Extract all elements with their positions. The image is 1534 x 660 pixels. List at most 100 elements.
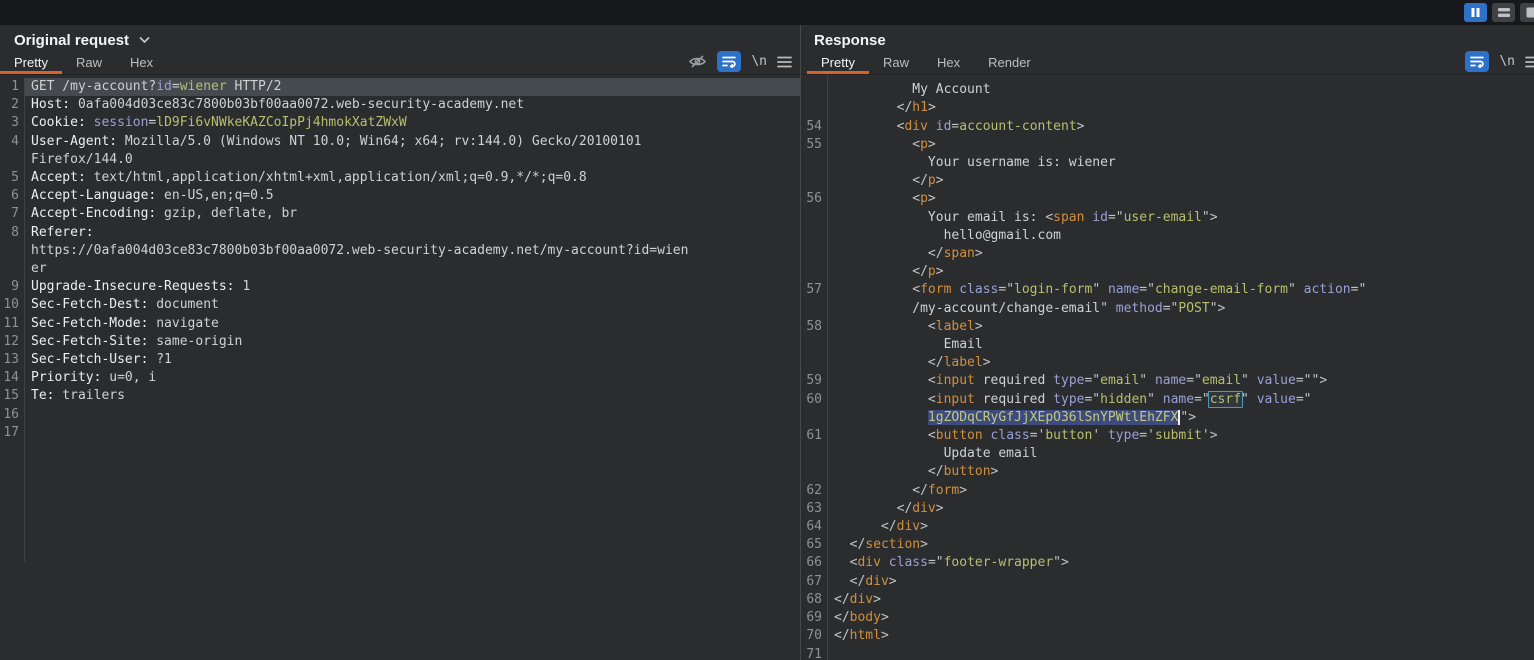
chevron-down-icon[interactable] xyxy=(138,36,151,44)
line-number: 58 xyxy=(801,318,827,336)
code-line-text: </div> xyxy=(827,591,1534,609)
code-line-text: Accept-Language: en-US,en;q=0.5 xyxy=(24,187,800,205)
request-editor-toolbar: \n xyxy=(688,51,792,72)
code-line-text: Sec-Fetch-Mode: navigate xyxy=(24,315,800,333)
word-wrap-button[interactable] xyxy=(717,51,741,72)
stacked-rows-icon xyxy=(1498,7,1510,18)
code-row: </button> xyxy=(801,463,1534,481)
line-number xyxy=(801,172,827,190)
code-line-text: Referer: xyxy=(24,224,800,242)
code-line-text: <p> xyxy=(827,190,1534,208)
code-row: 64 </div> xyxy=(801,518,1534,536)
line-number: 55 xyxy=(801,136,827,154)
line-number: 16 xyxy=(0,406,24,424)
code-line-text: Host: 0afa004d03ce83c7800b03bf00aa0072.w… xyxy=(24,96,800,114)
line-number xyxy=(801,354,827,372)
tab-raw[interactable]: Raw xyxy=(869,50,923,74)
code-line-text: er xyxy=(24,260,800,278)
code-row: 63 </div> xyxy=(801,500,1534,518)
code-row: 61 <button class='button' type='submit'> xyxy=(801,427,1534,445)
code-line-text: </p> xyxy=(827,263,1534,281)
filled-square-button[interactable] xyxy=(1520,3,1534,22)
menu-button[interactable] xyxy=(777,56,792,68)
request-editor[interactable]: 1GET /my-account?id=wiener HTTP/22Host: … xyxy=(0,75,800,660)
code-line-text: </body> xyxy=(827,609,1534,627)
line-number: 66 xyxy=(801,554,827,572)
code-row: 71 xyxy=(801,646,1534,660)
code-line-text: Update email xyxy=(827,445,1534,463)
code-row: 14Priority: u=0, i xyxy=(0,369,800,387)
response-panel: Response PrettyRawHexRender \n 53 <h1> M… xyxy=(801,25,1534,660)
line-number: 3 xyxy=(0,114,24,132)
code-row: 67 </div> xyxy=(801,573,1534,591)
tab-hex[interactable]: Hex xyxy=(923,50,974,74)
code-row: My Account xyxy=(801,81,1534,99)
code-row: er xyxy=(0,260,800,278)
code-row: 6Accept-Language: en-US,en;q=0.5 xyxy=(0,187,800,205)
word-wrap-icon xyxy=(1470,55,1484,68)
code-line-text: </div> xyxy=(827,518,1534,536)
line-number xyxy=(801,445,827,463)
code-row: 56 <p> xyxy=(801,190,1534,208)
request-tabs: PrettyRawHex xyxy=(0,50,167,74)
top-bar xyxy=(0,0,1534,25)
filled-square-icon xyxy=(1526,7,1534,18)
code-line-text: Firefox/144.0 xyxy=(24,151,800,169)
stacked-rows-button[interactable] xyxy=(1492,3,1515,22)
newline-icon: \n xyxy=(751,54,767,69)
code-row: Firefox/144.0 xyxy=(0,151,800,169)
newline-button[interactable]: \n xyxy=(1499,54,1515,69)
tab-pretty[interactable]: Pretty xyxy=(807,50,869,74)
tab-hex[interactable]: Hex xyxy=(116,50,167,74)
code-row: 60 <input required type="hidden" name="c… xyxy=(801,391,1534,409)
response-tabs: PrettyRawHexRender xyxy=(807,50,1045,74)
line-number: 7 xyxy=(0,205,24,223)
tab-render[interactable]: Render xyxy=(974,50,1045,74)
line-number: 6 xyxy=(0,187,24,205)
tab-raw[interactable]: Raw xyxy=(62,50,116,74)
menu-icon xyxy=(777,56,792,68)
response-panel-header: Response xyxy=(801,25,1534,48)
code-row: 62 </form> xyxy=(801,482,1534,500)
code-row: 57 <form class="login-form" name="change… xyxy=(801,281,1534,299)
code-line-text: My Account xyxy=(827,81,1534,99)
code-row: </label> xyxy=(801,354,1534,372)
line-number: 12 xyxy=(0,333,24,351)
code-line-text: Priority: u=0, i xyxy=(24,369,800,387)
eye-off-button[interactable] xyxy=(688,54,707,69)
code-line-text: <div id=account-content> xyxy=(827,118,1534,136)
code-line-text: Upgrade-Insecure-Requests: 1 xyxy=(24,278,800,296)
code-row: 54 <div id=account-content> xyxy=(801,118,1534,136)
code-line-text: User-Agent: Mozilla/5.0 (Windows NT 10.0… xyxy=(24,133,800,151)
line-number xyxy=(801,99,827,117)
code-line-text: <p> xyxy=(827,136,1534,154)
code-row: 1gZODqCRyGfJjXEpO36lSnYPWtlEhZFX"> xyxy=(801,409,1534,427)
code-row: 55 <p> xyxy=(801,136,1534,154)
code-line-text: Your email is: <span id="user-email"> xyxy=(827,209,1534,227)
code-line-text: <input required type="email" name="email… xyxy=(827,372,1534,390)
code-line-text: </span> xyxy=(827,245,1534,263)
tab-pretty[interactable]: Pretty xyxy=(0,50,62,74)
code-line-text: <form class="login-form" name="change-em… xyxy=(827,281,1534,299)
line-number: 59 xyxy=(801,372,827,390)
code-line-text: Sec-Fetch-User: ?1 xyxy=(24,351,800,369)
code-line-text: <input required type="hidden" name="csrf… xyxy=(827,391,1534,409)
code-line-text xyxy=(827,646,1534,660)
code-row: 69</body> xyxy=(801,609,1534,627)
code-row: 12Sec-Fetch-Site: same-origin xyxy=(0,333,800,351)
code-row: 10Sec-Fetch-Dest: document xyxy=(0,296,800,314)
line-number xyxy=(0,151,24,169)
code-row: /my-account/change-email" method="POST"> xyxy=(801,300,1534,318)
code-line-text: hello@gmail.com xyxy=(827,227,1534,245)
newline-button[interactable]: \n xyxy=(751,54,767,69)
word-wrap-button[interactable] xyxy=(1465,51,1489,72)
line-number: 17 xyxy=(0,424,24,442)
line-number xyxy=(801,154,827,172)
request-panel-header[interactable]: Original request xyxy=(0,25,800,48)
menu-button[interactable] xyxy=(1525,56,1534,68)
newline-icon: \n xyxy=(1499,54,1515,69)
code-line-text: </section> xyxy=(827,536,1534,554)
pause-button[interactable] xyxy=(1464,3,1487,22)
request-tabbar: PrettyRawHex \n xyxy=(0,50,800,75)
response-editor[interactable]: 53 <h1> My Account </h1>54 <div id=accou… xyxy=(801,75,1534,660)
